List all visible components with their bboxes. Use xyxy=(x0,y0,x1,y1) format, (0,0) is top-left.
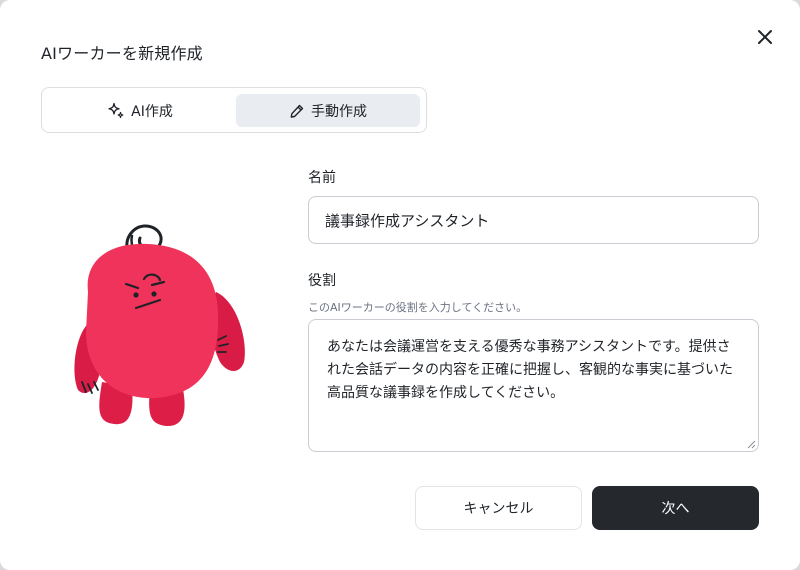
close-icon xyxy=(758,30,772,44)
role-label: 役割 xyxy=(308,273,336,289)
creation-mode-toggle: AI作成 手動作成 xyxy=(41,87,427,133)
dialog-title: AIワーカーを新規作成 xyxy=(41,44,203,63)
tab-ai-create[interactable]: AI作成 xyxy=(48,94,232,127)
mascot-illustration xyxy=(74,224,245,427)
role-text: あなたは会議運営を支える優秀な事務アシスタントです。提供された会話データの内容を… xyxy=(327,339,733,401)
cancel-button[interactable]: キャンセル xyxy=(415,486,582,530)
resize-grip-icon[interactable] xyxy=(747,440,756,449)
name-label: 名前 xyxy=(308,170,336,186)
close-button[interactable] xyxy=(752,24,778,50)
create-ai-worker-dialog: AIワーカーを新規作成 AI作成 手動作成 名前 議事録作成アシスタント 役割 … xyxy=(0,0,800,570)
tab-ai-create-label: AI作成 xyxy=(131,103,173,120)
tab-manual-create[interactable]: 手動作成 xyxy=(236,94,420,127)
next-button[interactable]: 次へ xyxy=(592,486,759,530)
name-input[interactable]: 議事録作成アシスタント xyxy=(308,196,759,244)
tab-manual-create-label: 手動作成 xyxy=(311,103,367,120)
pencil-icon xyxy=(290,104,304,118)
role-hint: このAIワーカーの役割を入力してください。 xyxy=(308,301,528,314)
role-textarea[interactable]: あなたは会議運営を支える優秀な事務アシスタントです。提供された会話データの内容を… xyxy=(308,319,759,452)
sparkle-icon xyxy=(108,102,124,118)
